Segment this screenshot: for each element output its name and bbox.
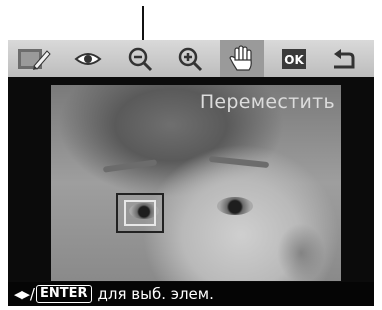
return-icon [334,48,355,68]
zoom-out-button[interactable] [118,40,162,77]
zoom-in-icon [178,47,203,71]
left-right-arrows-icon: ◀▶ [14,287,30,301]
ok-button[interactable]: OK [272,40,316,77]
status-hint: для выб. элем. [97,285,214,303]
move-button[interactable] [220,40,264,77]
selection-frame-inner [124,200,156,226]
edit-frame-button[interactable] [12,40,56,77]
return-button[interactable] [322,40,366,77]
left-brow [102,159,158,173]
right-eye [217,197,253,215]
ok-label: OK [284,53,304,67]
enter-key-label: ENTER [35,285,92,303]
separator: / [29,285,35,303]
status-bar: ◀▶ / ENTER для выб. элем. [8,282,374,306]
edit-frame-icon [18,48,51,70]
red-eye-icon [74,52,102,65]
preview-screen: Переместить [8,77,374,282]
right-brow [208,155,270,169]
hand-move-icon [229,44,252,71]
mode-caption: Переместить [199,91,335,113]
red-eye-button[interactable] [66,40,110,77]
photo-preview[interactable]: Переместить [51,85,341,281]
toolbar: OK [8,40,374,77]
ok-icon: OK [282,48,306,69]
zoom-out-icon [128,47,153,71]
zoom-in-button[interactable] [168,40,212,77]
